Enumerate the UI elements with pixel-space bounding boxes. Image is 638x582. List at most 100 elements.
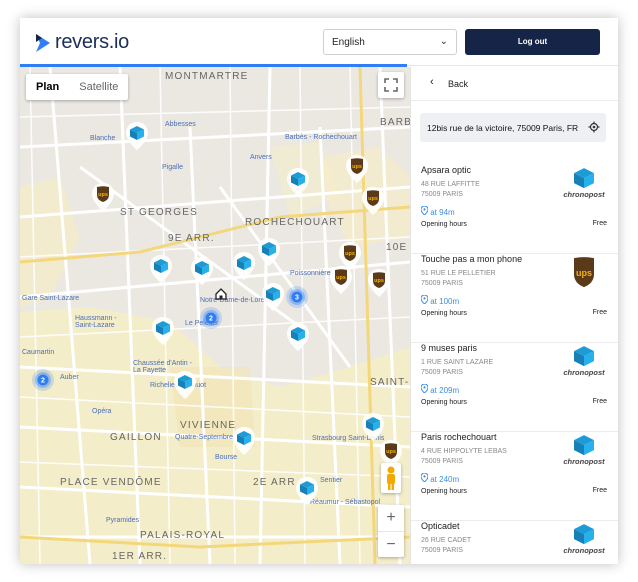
map-label-opera: Opéra [92,408,112,415]
zoom-controls: + − [378,505,404,557]
chronopost-pin-icon[interactable] [231,250,257,282]
chronopost-pin-icon[interactable] [285,321,311,353]
cluster-marker[interactable]: 2 [31,368,55,392]
ups-pin-icon[interactable]: ups [366,267,392,299]
brand-name: revers.io [55,31,129,53]
brand-logo[interactable]: revers.io [36,31,129,54]
ups-pin-icon[interactable]: ups [360,185,386,217]
cluster-marker[interactable]: 3 [285,285,309,309]
svg-text:ups: ups [374,278,384,284]
opening-hours-link[interactable]: Opening hours [421,488,467,495]
chronopost-pin-icon[interactable] [294,475,320,507]
pickup-point-name: Opticadet [421,521,460,531]
map-label-poissonniere: Poissonnière [290,270,331,277]
svg-text:chronopost: chronopost [563,546,605,555]
pickup-point-name: 9 muses paris [421,343,478,353]
chevron-down-icon: ⌄ [439,36,448,47]
language-select[interactable]: English ⌄ [323,29,457,55]
distance-value: at 240m [430,475,460,484]
pickup-point-city: 75009 PARIS [421,280,463,287]
pickup-point-item[interactable]: Touche pas a mon phone 51 RUE LE PELLETIE… [411,254,618,343]
map-type-switch: Plan Satellite [26,74,129,100]
svg-text:ups: ups [352,164,362,170]
map-label-reaumur: Réaumur - Sébastopol [310,499,381,506]
results-panel: ‹ Back 12bis rue de la victoire, 75009 P… [410,67,618,564]
map-label-blanche: Blanche [90,135,116,142]
ups-pin-icon[interactable]: ups [328,264,354,296]
language-value: English [332,37,365,48]
svg-text:ups: ups [368,196,378,202]
pickup-point-name: Paris rochechouart [421,432,497,442]
pickup-point-street: 26 RUE CADET [421,537,472,544]
map-label-anvers: Anvers [250,154,272,161]
map-label-montmartre: MONTMARTRE [165,71,249,82]
chronopost-pin-icon[interactable] [172,369,198,401]
chronopost-pin-icon[interactable] [285,166,311,198]
tab-satellite[interactable]: Satellite [69,74,128,100]
chronopost-pin-icon[interactable] [231,425,257,457]
chronopost-logo-icon: chronopost [561,434,607,466]
map-label-auber: Auber [60,374,79,381]
map-label-gaillon: GAILLON [110,432,162,443]
chronopost-logo-icon: chronopost [561,167,607,199]
svg-text:ups: ups [576,268,592,278]
map-label-pyramides: Pyramides [106,517,140,524]
back-button[interactable]: ‹ Back [411,67,618,101]
location-pin-icon [420,294,430,306]
logout-button[interactable]: Log out [465,29,600,55]
chronopost-pin-icon[interactable] [150,315,176,347]
ups-pin-icon[interactable]: ups [344,153,370,185]
locate-me-icon[interactable] [588,121,600,133]
cluster-marker[interactable]: 2 [199,306,223,330]
chronopost-logo-icon: chronopost [561,523,607,555]
map-label-barb: BARB [380,117,410,128]
svg-text:2: 2 [41,378,45,385]
pickup-point-item[interactable]: 9 muses paris 1 RUE SAINT LAZARE 75009 PAR… [411,343,618,432]
map-label-haussmann: Haussmann - Saint-Lazare [75,315,117,329]
pickup-price: Free [592,487,607,494]
chronopost-pin-icon[interactable] [124,120,150,152]
zoom-out-button[interactable]: − [378,531,404,557]
svg-text:chronopost: chronopost [563,368,605,377]
distance-value: at 100m [430,297,460,306]
map-label-saint-d: SAINT-D [370,377,410,388]
chronopost-pin-icon[interactable] [148,253,174,285]
map-label-2e-arr: 2E ARR. [253,477,300,488]
pickup-point-item[interactable]: Paris rochechouart 4 RUE HIPPOLYTE LEBAS 7… [411,432,618,521]
pickup-point-distance: at 209m [420,383,459,395]
svg-text:2: 2 [209,316,213,323]
zoom-in-button[interactable]: + [378,505,404,531]
map-view[interactable]: MONTMARTRE Abbesses Blanche Pigalle Anve… [20,67,410,564]
location-pin-icon [420,383,430,395]
pickup-point-item[interactable]: Apsara optic 48 RUE LAFFITTE 75009 PARIS a… [411,165,618,254]
distance-value: at 94m [430,208,455,217]
chronopost-logo-icon: chronopost [561,345,607,377]
map-label-barbes: Barbès - Rochechouart [285,134,357,141]
tab-plan[interactable]: Plan [26,74,69,100]
opening-hours-link[interactable]: Opening hours [421,399,467,406]
pickup-point-distance: at 94m [420,205,455,217]
map-label-rochechouart: ROCHECHOUART [245,217,345,228]
pickup-point-street: 51 RUE LE PELLETIER [421,270,496,277]
fullscreen-button[interactable] [378,72,404,98]
chronopost-pin-icon[interactable] [260,281,286,313]
top-bar: revers.io English ⌄ Log out [20,18,618,67]
pickup-point-item[interactable]: Opticadet 26 RUE CADET 75009 PARIS chronopo… [411,521,618,564]
chevron-left-icon: ‹ [430,76,434,88]
address-search-field[interactable]: 12bis rue de la victoire, 75009 Paris, F… [420,113,606,142]
chronopost-pin-icon[interactable] [189,255,215,287]
chronopost-pin-icon[interactable] [256,236,282,268]
opening-hours-link[interactable]: Opening hours [421,310,467,317]
street-view-pegman[interactable] [381,463,401,493]
fullscreen-icon [384,78,398,92]
location-pin-icon [420,205,430,217]
map-label-pigalle: Pigalle [162,164,184,171]
opening-hours-link[interactable]: Opening hours [421,221,467,228]
pegman-icon [387,466,395,490]
pickup-point-street: 1 RUE SAINT LAZARE [421,359,494,366]
ups-pin-icon[interactable]: ups [90,181,116,213]
map-label-gare-st-lazare: Gare Saint-Lazare [22,295,80,302]
ups-logo-icon: ups [561,256,607,288]
pickup-price: Free [592,309,607,316]
svg-text:ups: ups [386,449,396,455]
